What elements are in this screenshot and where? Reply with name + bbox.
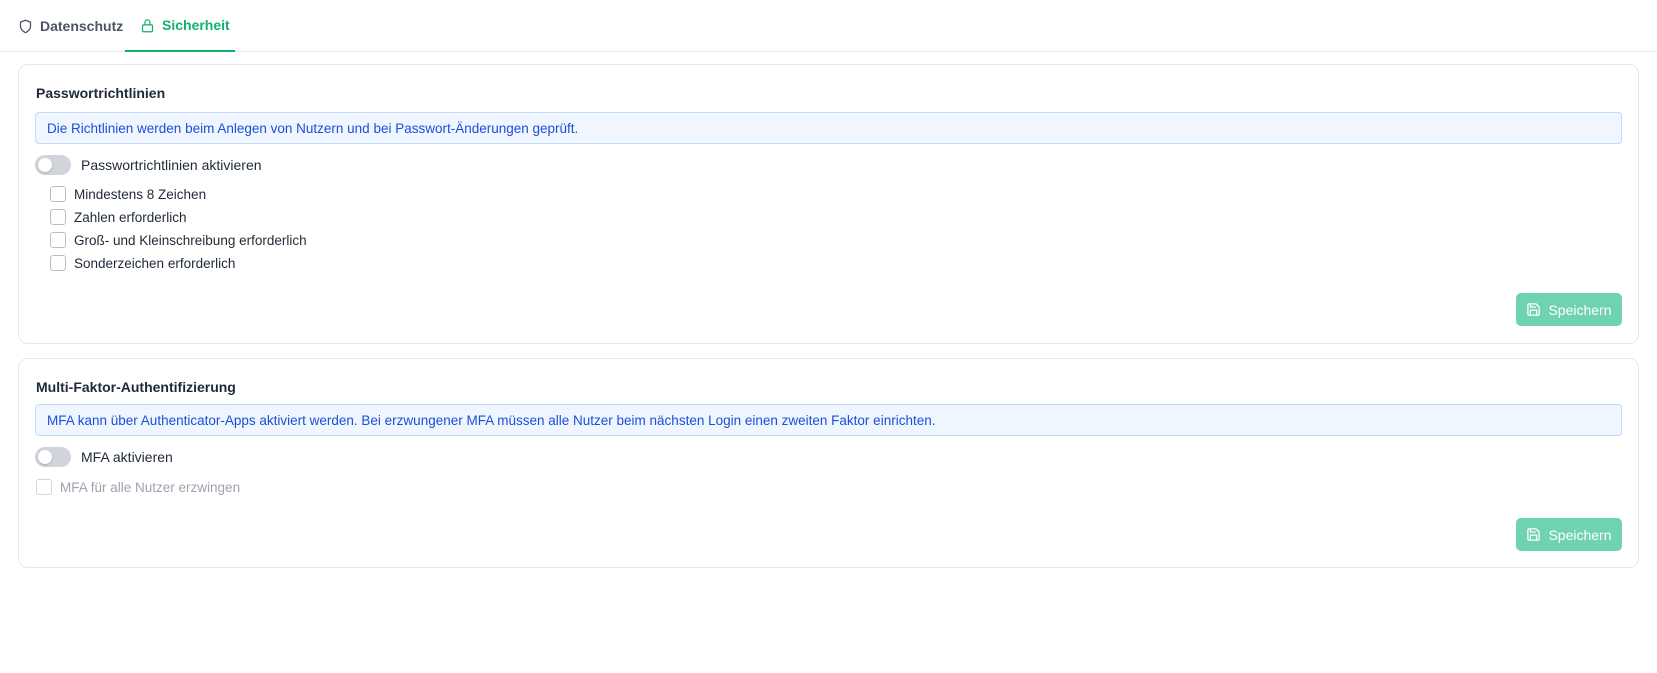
settings-tabs: Datenschutz Sicherheit <box>0 0 1657 52</box>
mfa-card: Multi-Faktor-Authentifizierung MFA kann … <box>18 358 1639 568</box>
password-policy-card: Passwortrichtlinien Die Richtlinien werd… <box>18 64 1639 344</box>
toggle-label: MFA aktivieren <box>81 449 173 465</box>
mfa-toggle[interactable] <box>35 447 71 467</box>
rule-case: Groß- und Kleinschreibung erforderlich <box>50 232 307 248</box>
toggle-knob <box>38 158 52 172</box>
rule-special-chars: Sonderzeichen erforderlich <box>50 255 235 271</box>
mfa-toggle-row: MFA aktivieren <box>35 447 173 467</box>
password-policy-toggle-row: Passwortrichtlinien aktivieren <box>35 155 262 175</box>
rule-special-chars-checkbox[interactable] <box>50 255 66 271</box>
info-alert: MFA kann über Authenticator-Apps aktivie… <box>35 404 1622 436</box>
rule-case-checkbox[interactable] <box>50 232 66 248</box>
save-icon <box>1526 527 1541 542</box>
toggle-label: Passwortrichtlinien aktivieren <box>81 157 262 173</box>
rule-numbers: Zahlen erforderlich <box>50 209 187 225</box>
rule-min-length-checkbox[interactable] <box>50 186 66 202</box>
rule-min-length: Mindestens 8 Zeichen <box>50 186 206 202</box>
save-password-policy-button[interactable]: Speichern <box>1516 293 1622 326</box>
save-label: Speichern <box>1548 526 1612 543</box>
tab-label: Datenschutz <box>40 18 124 34</box>
info-alert: Die Richtlinien werden beim Anlegen von … <box>35 112 1622 144</box>
section-title: Multi-Faktor-Authentifizierung <box>36 379 236 395</box>
tab-datenschutz[interactable]: Datenschutz <box>0 0 125 52</box>
shield-icon <box>18 19 33 34</box>
toggle-knob <box>38 450 52 464</box>
mfa-enforce-row: MFA für alle Nutzer erzwingen <box>36 479 240 495</box>
lock-icon <box>140 18 155 33</box>
save-mfa-button[interactable]: Speichern <box>1516 518 1622 551</box>
password-policy-toggle[interactable] <box>35 155 71 175</box>
rule-numbers-checkbox[interactable] <box>50 209 66 225</box>
checkbox-label: Sonderzeichen erforderlich <box>74 255 236 271</box>
section-title: Passwortrichtlinien <box>36 85 166 101</box>
checkbox-label: Mindestens 8 Zeichen <box>74 186 207 202</box>
checkbox-label: Groß- und Kleinschreibung erforderlich <box>74 232 307 248</box>
save-icon <box>1526 302 1541 317</box>
save-label: Speichern <box>1548 301 1612 318</box>
checkbox-label: MFA für alle Nutzer erzwingen <box>60 479 241 495</box>
mfa-enforce-checkbox[interactable] <box>36 479 52 495</box>
checkbox-label: Zahlen erforderlich <box>74 209 187 225</box>
tab-label: Sicherheit <box>162 17 230 33</box>
tab-sicherheit[interactable]: Sicherheit <box>125 0 235 52</box>
